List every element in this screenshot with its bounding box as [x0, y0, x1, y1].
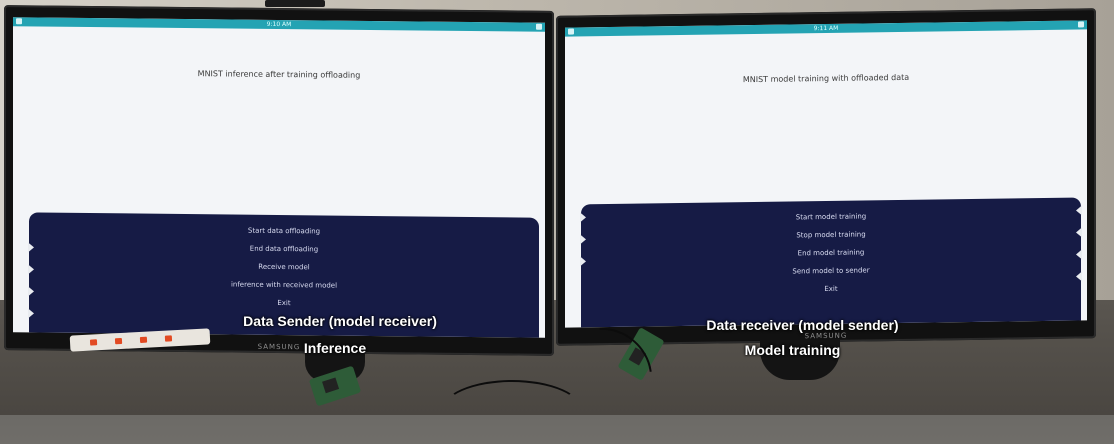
caption-left-role: Data Sender (model receiver)	[243, 313, 437, 329]
app-title: MNIST model training with offloaded data	[742, 72, 910, 85]
arrow-notch-icon	[28, 286, 34, 297]
right-screen: 9:11 AM MNIST model training with offloa…	[565, 20, 1087, 328]
arrow-notch-icon	[28, 308, 34, 319]
caption-left-task: Inference	[303, 340, 367, 356]
left-screen: 9:10 AM MNIST inference after training o…	[13, 17, 545, 338]
app-title: MNIST inference after training offloadin…	[197, 69, 361, 80]
arrow-notch-icon	[580, 212, 586, 223]
cable	[440, 380, 584, 444]
arrow-notch-icon	[580, 256, 586, 267]
status-time: 9:11 AM	[813, 24, 839, 33]
arrow-notch-icon	[28, 242, 34, 253]
action-menu: Start model training Stop model training…	[580, 197, 1082, 328]
caption-right-task: Model training	[744, 342, 841, 358]
battery-icon	[1078, 21, 1084, 28]
caption-right-role: Data receiver (model sender)	[706, 317, 899, 333]
battery-icon	[536, 23, 542, 30]
webcam	[265, 0, 325, 7]
arrow-notch-icon	[580, 234, 586, 245]
status-time: 9:10 AM	[266, 20, 292, 29]
arrow-notch-icon	[28, 264, 34, 275]
status-bar: 9:11 AM	[565, 20, 1087, 37]
arrow-notch-icon	[1076, 205, 1082, 216]
arrow-notch-icon	[1076, 227, 1082, 238]
right-monitor: 9:11 AM MNIST model training with offloa…	[556, 8, 1096, 346]
arrow-notch-icon	[1076, 249, 1082, 260]
status-bar: 9:10 AM	[13, 17, 545, 32]
left-monitor: 9:10 AM MNIST inference after training o…	[4, 5, 554, 356]
arrow-notch-icon	[1076, 271, 1082, 282]
